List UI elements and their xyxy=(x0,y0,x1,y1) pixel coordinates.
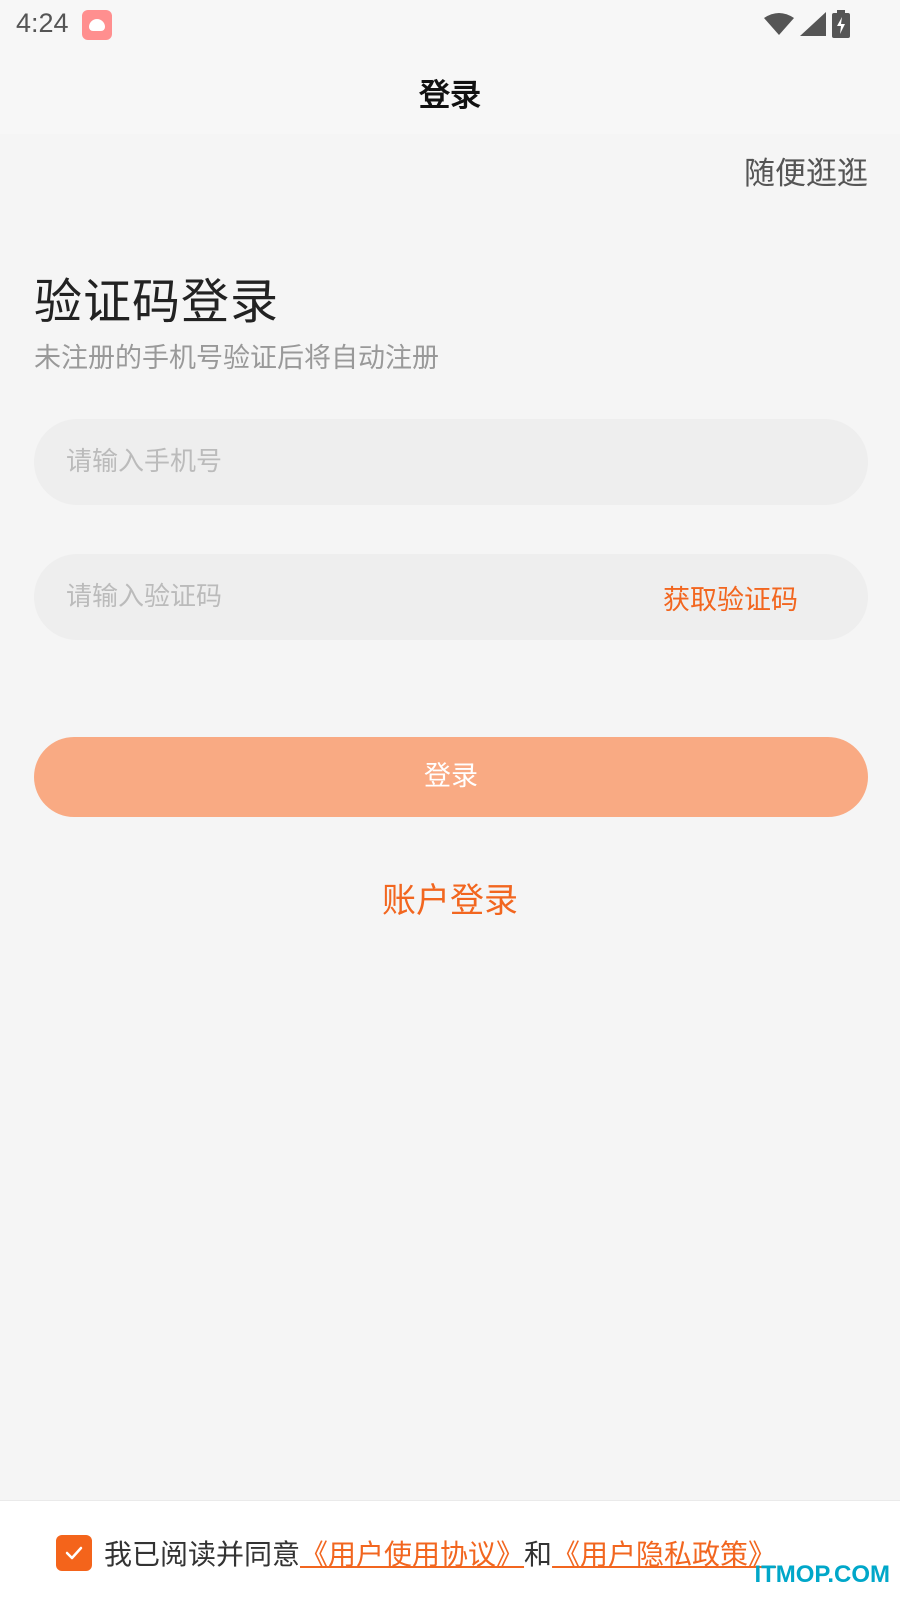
agree-prefix-text: 我已阅读并同意 xyxy=(104,1538,301,1571)
battery-icon xyxy=(832,10,850,38)
page-title: 登录 xyxy=(419,78,481,114)
checkmark-icon xyxy=(65,1546,83,1560)
cell-signal-icon xyxy=(800,12,826,36)
code-field-container: 获取验证码 xyxy=(34,554,868,640)
login-heading: 验证码登录 xyxy=(34,274,280,330)
status-bar: 4:24 xyxy=(0,0,900,48)
phone-input[interactable] xyxy=(66,419,846,505)
browse-link[interactable]: 随便逛逛 xyxy=(744,148,868,193)
phone-field-container xyxy=(34,419,868,505)
verification-code-input[interactable] xyxy=(66,554,626,640)
agreement-row: 我已阅读并同意 《用户使用协议》 和 《用户隐私政策》 xyxy=(56,1533,776,1573)
status-icons xyxy=(764,10,850,38)
login-subtitle: 未注册的手机号验证后将自动注册 xyxy=(34,343,439,374)
watermark: ITMOP.COM xyxy=(754,1561,890,1588)
account-login-container: 账户登录 xyxy=(0,873,900,922)
login-button[interactable]: 登录 xyxy=(34,737,868,817)
nav-bar: 登录 xyxy=(0,48,900,134)
agree-checkbox[interactable] xyxy=(56,1535,92,1571)
privacy-policy-link[interactable]: 《用户隐私政策》 xyxy=(552,1533,776,1573)
account-login-link[interactable]: 账户登录 xyxy=(382,881,518,921)
conjunction-text: 和 xyxy=(524,1538,553,1571)
user-agreement-link[interactable]: 《用户使用协议》 xyxy=(300,1533,524,1573)
get-code-button[interactable]: 获取验证码 xyxy=(663,578,798,617)
app-notification-icon xyxy=(82,10,112,40)
status-time: 4:24 xyxy=(16,8,69,38)
wifi-icon xyxy=(764,13,794,35)
